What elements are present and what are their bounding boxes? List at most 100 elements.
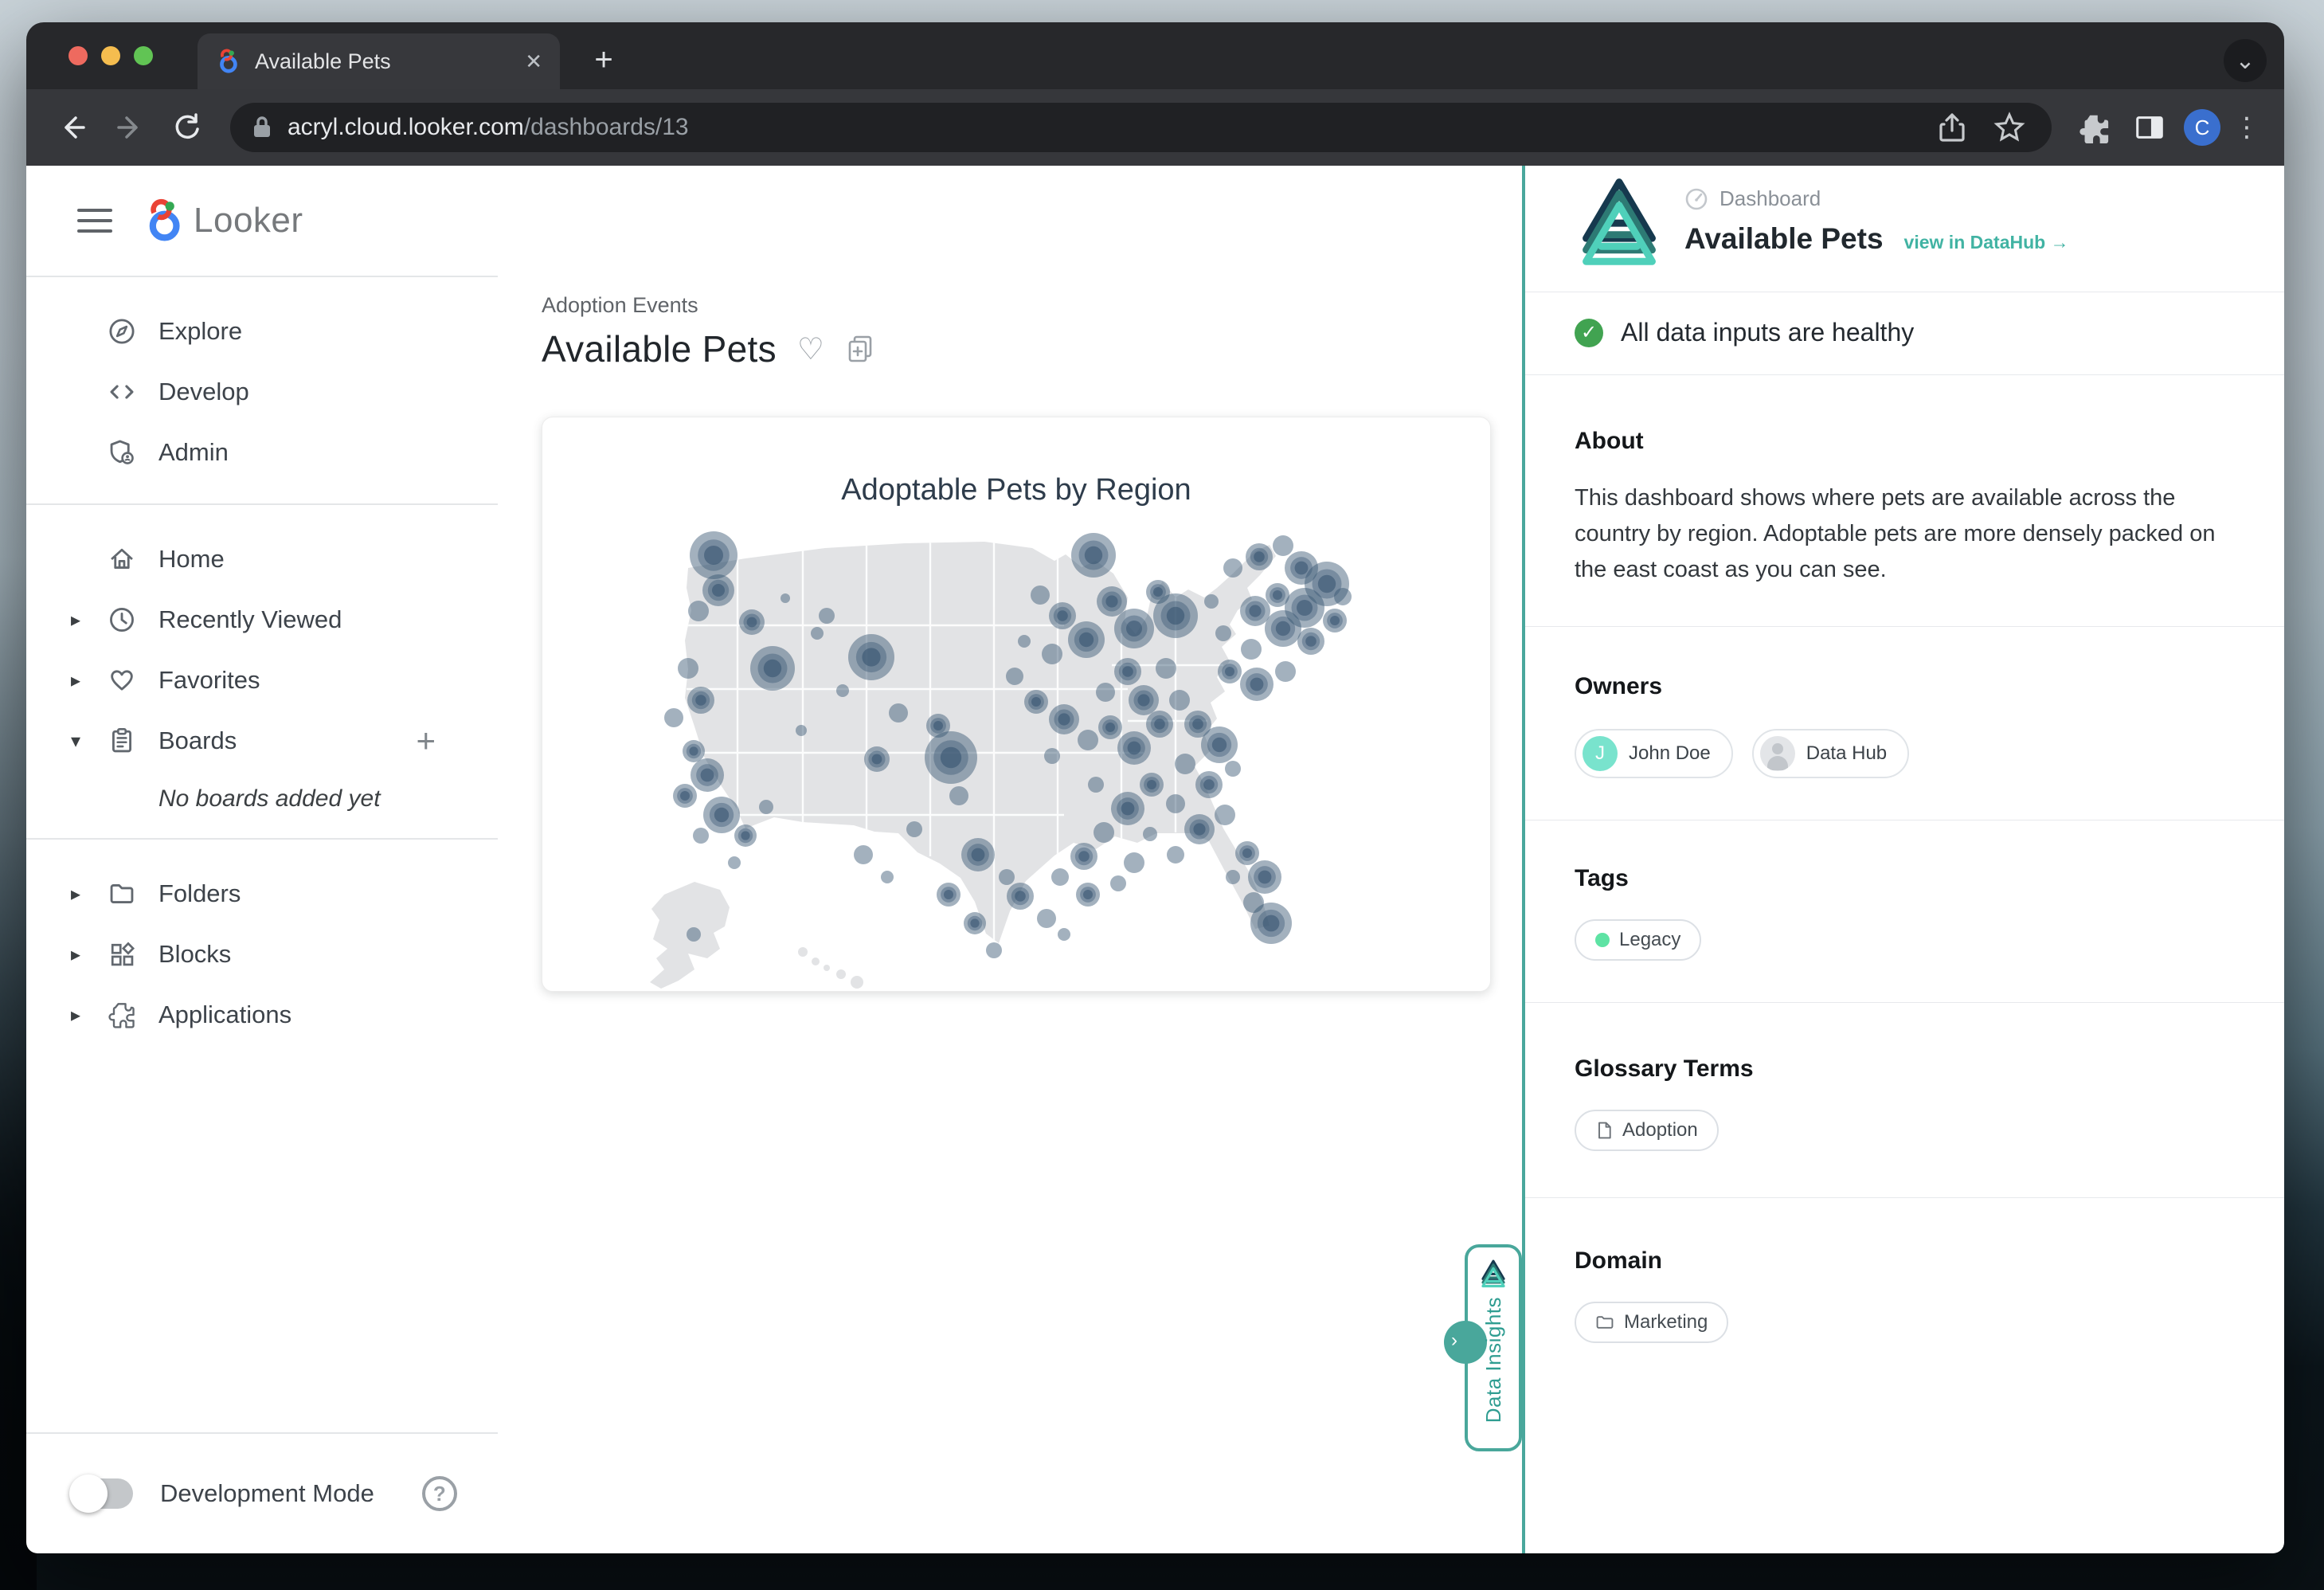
sidebar-item-recently-viewed[interactable]: ▸ Recently Viewed xyxy=(26,589,498,650)
sidebar-item-admin[interactable]: Admin xyxy=(26,422,498,483)
sidebar-item-explore[interactable]: Explore xyxy=(26,301,498,362)
owners-section-title: Owners xyxy=(1575,673,2238,700)
sidebar-item-label: Favorites xyxy=(158,666,260,695)
extensions-puzzle-icon[interactable] xyxy=(2072,106,2115,149)
dashboard-gauge-icon xyxy=(1684,187,1708,211)
owner-avatar: J xyxy=(1583,736,1618,771)
browser-tab[interactable]: Available Pets ✕ xyxy=(198,33,560,89)
health-check-icon: ✓ xyxy=(1575,319,1603,347)
hawaii-shape xyxy=(798,947,863,989)
tag-pill-legacy[interactable]: Legacy xyxy=(1575,919,1701,961)
owner-chip-data-hub[interactable]: Data Hub xyxy=(1752,729,1909,778)
code-icon xyxy=(106,376,141,408)
about-section-title: About xyxy=(1575,428,2238,455)
caret-collapsed-icon[interactable]: ▸ xyxy=(71,669,106,692)
caret-collapsed-icon[interactable]: ▸ xyxy=(71,1004,106,1027)
tag-label: Legacy xyxy=(1619,929,1680,951)
new-tab-button[interactable]: + xyxy=(584,41,624,81)
puzzle-icon xyxy=(106,999,141,1031)
about-text: This dashboard shows where pets are avai… xyxy=(1575,480,2236,588)
sidebar-item-develop[interactable]: Develop xyxy=(26,362,498,422)
sidebar-item-boards[interactable]: ▾ Boards + xyxy=(26,711,498,771)
domain-section-title: Domain xyxy=(1575,1247,2238,1275)
copy-dashboard-icon[interactable] xyxy=(845,333,877,365)
tab-title: Available Pets xyxy=(255,49,511,74)
domain-pill-marketing[interactable]: Marketing xyxy=(1575,1302,1728,1343)
sidebar-bottom: Development Mode ? xyxy=(26,1432,498,1553)
sidebar-item-blocks[interactable]: ▸ Blocks xyxy=(26,924,498,985)
view-in-datahub-link[interactable]: view in DataHub → xyxy=(1904,232,2069,253)
boards-empty-text: No boards added yet xyxy=(26,771,498,817)
us-bubble-map[interactable] xyxy=(558,522,1474,1000)
entity-type-label: Dashboard xyxy=(1720,186,1821,211)
development-mode-toggle[interactable] xyxy=(71,1478,133,1509)
datahub-panel-header: Dashboard Available Pets view in DataHub… xyxy=(1575,174,2238,271)
looker-brand-name: Looker xyxy=(194,201,303,241)
caret-expanded-icon[interactable]: ▾ xyxy=(71,730,106,753)
sidebar-item-label: Blocks xyxy=(158,940,231,969)
share-icon[interactable] xyxy=(1931,106,1974,149)
health-status-text: All data inputs are healthy xyxy=(1621,318,1914,347)
tab-strip: Available Pets ✕ + ⌄ xyxy=(26,22,2284,89)
sidebar-item-label: Admin xyxy=(158,438,229,467)
url-bar[interactable]: acryl.cloud.looker.com/dashboards/13 xyxy=(230,103,2052,152)
health-status-row: ✓ All data inputs are healthy xyxy=(1575,318,2238,347)
macos-traffic-lights[interactable] xyxy=(68,46,153,65)
side-panel-icon[interactable] xyxy=(2128,106,2171,149)
browser-menu-icon[interactable]: ⋮ xyxy=(2233,112,2260,143)
domain-folder-icon xyxy=(1595,1314,1614,1331)
minimize-window-button[interactable] xyxy=(101,46,120,65)
sidebar-header: Looker xyxy=(26,166,498,277)
url-path: /dashboards/13 xyxy=(524,114,689,140)
sidebar-item-label: Home xyxy=(158,545,225,574)
chart-title: Adoptable Pets by Region xyxy=(542,473,1490,507)
glossary-term-label: Adoption xyxy=(1622,1119,1698,1142)
add-board-button[interactable]: + xyxy=(416,722,436,760)
tab-close-icon[interactable]: ✕ xyxy=(525,49,542,74)
caret-collapsed-icon[interactable]: ▸ xyxy=(71,883,106,906)
reload-button[interactable] xyxy=(165,105,209,150)
tab-search-chevron-icon[interactable]: ⌄ xyxy=(2224,39,2267,82)
glossary-pill-adoption[interactable]: Adoption xyxy=(1575,1110,1719,1151)
sidebar-item-label: Develop xyxy=(158,378,249,406)
insights-expand-chevron[interactable]: › xyxy=(1444,1321,1487,1364)
lock-icon xyxy=(251,115,273,140)
breadcrumb[interactable]: Adoption Events xyxy=(542,293,1522,318)
favorite-heart-icon[interactable]: ♡ xyxy=(797,331,824,367)
sidebar-item-label: Folders xyxy=(158,879,241,908)
owner-chip-john-doe[interactable]: J John Doe xyxy=(1575,729,1733,778)
owner-name: John Doe xyxy=(1629,742,1711,765)
help-icon[interactable]: ? xyxy=(422,1476,457,1511)
sidebar-item-home[interactable]: Home xyxy=(26,529,498,589)
looker-favicon xyxy=(215,49,241,74)
looker-sidebar: Looker Explore Develop xyxy=(26,166,498,1553)
back-button[interactable] xyxy=(50,105,95,150)
sidebar-group-mid: Home ▸ Recently Viewed ▸ Favorites xyxy=(26,505,498,838)
sidebar-item-favorites[interactable]: ▸ Favorites xyxy=(26,650,498,711)
bookmark-star-icon[interactable] xyxy=(1988,106,2031,149)
glossary-term-icon xyxy=(1595,1121,1613,1140)
home-icon xyxy=(106,543,141,575)
browser-window: Available Pets ✕ + ⌄ acryl.cloud.looker.… xyxy=(26,22,2284,1553)
owner-avatar-placeholder xyxy=(1760,736,1795,771)
zoom-window-button[interactable] xyxy=(134,46,153,65)
caret-collapsed-icon[interactable]: ▸ xyxy=(71,609,106,632)
sidebar-item-label: Recently Viewed xyxy=(158,605,342,634)
datahub-panel: Dashboard Available Pets view in DataHub… xyxy=(1522,166,2284,1553)
url-text: acryl.cloud.looker.com/dashboards/13 xyxy=(288,114,1916,141)
clock-icon xyxy=(106,604,141,636)
page-content: Looker Explore Develop xyxy=(26,166,2284,1553)
close-window-button[interactable] xyxy=(68,46,88,65)
caret-collapsed-icon[interactable]: ▸ xyxy=(71,943,106,966)
forward-button[interactable] xyxy=(108,105,152,150)
data-insights-tab[interactable]: › Data Insights xyxy=(1465,1244,1522,1451)
sidebar-item-label: Explore xyxy=(158,317,242,346)
hamburger-menu-icon[interactable] xyxy=(77,209,112,233)
browser-toolbar: acryl.cloud.looker.com/dashboards/13 C ⋮ xyxy=(26,89,2284,166)
shield-admin-icon xyxy=(106,437,141,468)
sidebar-item-applications[interactable]: ▸ Applications xyxy=(26,985,498,1045)
profile-avatar[interactable]: C xyxy=(2184,109,2220,146)
domain-label: Marketing xyxy=(1624,1311,1708,1333)
chart-card: Adoptable Pets by Region xyxy=(542,417,1491,992)
sidebar-item-folders[interactable]: ▸ Folders xyxy=(26,864,498,924)
